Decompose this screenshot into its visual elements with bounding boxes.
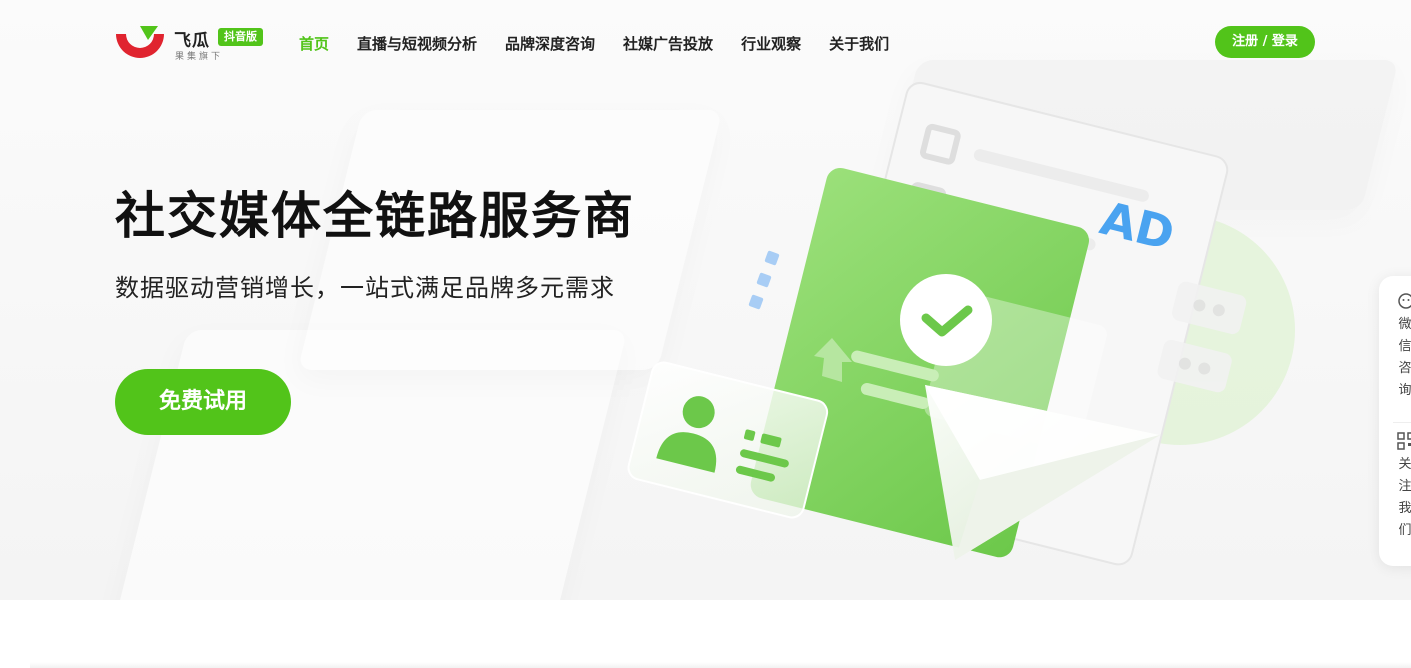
blue-dots [748,250,780,310]
hero-title: 社交媒体全链路服务商 [115,187,635,245]
brand-subtitle: 果集旗下 [175,52,224,62]
nav-item-brand-consulting[interactable]: 品牌深度咨询 [505,34,595,54]
brand-badge: 抖音版 [218,28,263,46]
side-contact-panel: 微信咨询 关注我们 [1379,276,1411,566]
section-divider [30,662,1411,668]
nav-item-about-us[interactable]: 关于我们 [829,34,889,54]
main-nav: 首页 直播与短视频分析 品牌深度咨询 社媒广告投放 行业观察 关于我们 [299,34,889,54]
free-trial-button[interactable]: 免费试用 [115,369,291,435]
check-icon [900,274,992,366]
brand-name: 飞瓜 [174,31,210,51]
hero-illustration: AD [627,81,1295,566]
brand-logo[interactable]: 飞瓜 抖音版 果集旗下 [114,24,264,64]
nav-item-live-video-analysis[interactable]: 直播与短视频分析 [357,34,477,54]
below-hero [0,600,1411,668]
wechat-consult-label: 微信咨询 [1398,317,1411,398]
nav-item-social-ads[interactable]: 社媒广告投放 [623,34,713,54]
hero-subtitle: 数据驱动营销增长，一站式满足品牌多元需求 [115,274,615,302]
melon-logo-icon [116,26,164,58]
qr-code-icon [1397,432,1411,450]
wechat-consult-icon [1398,293,1411,309]
nav-item-home[interactable]: 首页 [299,34,329,54]
side-divider [1393,422,1411,423]
nav-item-industry-insights[interactable]: 行业观察 [741,34,801,54]
follow-us-link[interactable]: 关注我们 [1397,432,1411,542]
follow-us-label: 关注我们 [1398,457,1411,538]
register-login-button[interactable]: 注册 / 登录 [1215,26,1315,58]
wechat-consult-link[interactable]: 微信咨询 [1397,292,1411,402]
